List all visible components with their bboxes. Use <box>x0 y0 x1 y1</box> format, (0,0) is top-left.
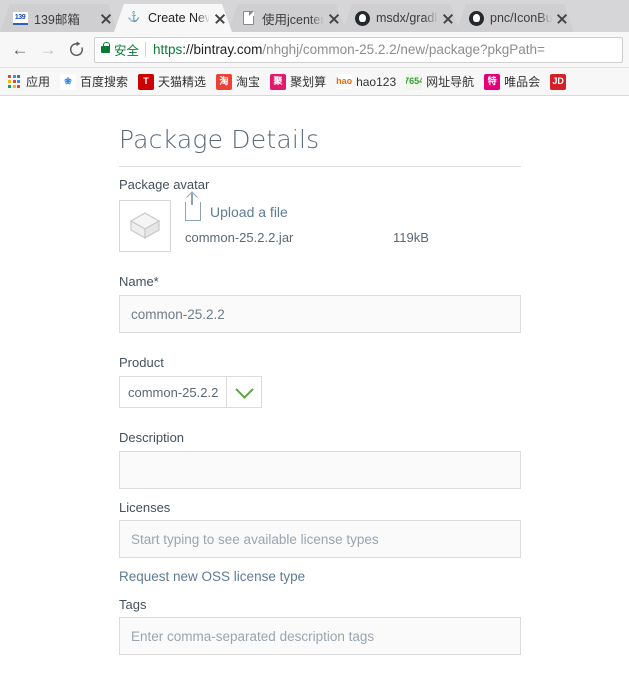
name-input[interactable] <box>119 295 521 333</box>
description-textarea[interactable] <box>119 451 521 489</box>
package-avatar-label: Package avatar <box>119 177 210 192</box>
bookmark-taobao[interactable]: 淘 淘宝 <box>216 73 260 90</box>
name-field-group: Name* <box>119 274 521 333</box>
licenses-label: Licenses <box>119 500 171 515</box>
juhuasuan-icon: 聚 <box>270 73 287 90</box>
page-title: Package Details <box>119 125 521 167</box>
bookmarks-bar: 应用 ❀ 百度搜索 T 天猫精选 淘 淘宝 聚 聚划算 hao hao123 7… <box>0 68 629 96</box>
bookmark-label: 应用 <box>26 75 51 89</box>
tab-title: 139邮箱 <box>34 12 80 27</box>
package-avatar-preview[interactable] <box>119 200 171 252</box>
tab-title: msdx/gradl <box>376 11 438 25</box>
back-button[interactable]: ← <box>6 36 34 64</box>
tab-close-icon[interactable] <box>212 10 228 26</box>
package-details-form: Package Details Package avatar Upload a … <box>119 125 521 655</box>
tab-close-icon[interactable] <box>326 10 342 26</box>
document-icon <box>240 10 256 26</box>
jd-icon: JD <box>550 73 567 90</box>
browser-tab-3[interactable]: msdx/gradl <box>342 4 460 32</box>
browser-tab-1[interactable]: ⚓ Create New <box>114 4 232 32</box>
vip-icon: 特 <box>484 73 501 90</box>
upload-a-file-button[interactable]: Upload a file <box>185 193 429 221</box>
forward-button[interactable]: → <box>34 36 62 64</box>
tab-close-icon[interactable] <box>98 10 114 26</box>
file-name: common-25.2.2.jar <box>185 230 294 245</box>
omnibox-divider <box>145 42 147 57</box>
product-select[interactable]: common-25.2.2 <box>119 376 263 408</box>
description-label: Description <box>119 430 185 445</box>
bookmark-navigation[interactable]: 7654 网址导航 <box>406 73 474 90</box>
browser-window: 139邮箱 ⚓ Create New 使用jcenter msdx/gradl … <box>0 0 629 680</box>
secure-label: 安全 <box>114 44 140 58</box>
url-scheme: https <box>153 42 183 57</box>
hao123-icon: hao <box>336 73 353 90</box>
browser-tab-4[interactable]: pnc/IconBu <box>456 4 574 32</box>
baidu-icon: ❀ <box>60 73 77 90</box>
bookmark-label: 唯品会 <box>504 75 541 89</box>
name-label: Name* <box>119 274 159 289</box>
anchor-icon: ⚓ <box>127 12 141 23</box>
browser-tab-0[interactable]: 139邮箱 <box>0 4 118 32</box>
apps-grid-icon <box>6 74 22 90</box>
product-selected-value: common-25.2.2 <box>120 377 228 407</box>
bookmark-label: 天猫精选 <box>158 75 207 89</box>
tab-title: 使用jcenter <box>262 12 324 27</box>
nav7654-icon: 7654 <box>406 73 423 90</box>
description-field-group: Description <box>119 430 521 489</box>
tags-label: Tags <box>119 597 147 612</box>
tags-field-group: Tags <box>119 597 521 655</box>
bookmark-vip[interactable]: 特 唯品会 <box>484 73 540 90</box>
bookmark-label: 聚划算 <box>290 75 327 89</box>
tags-input[interactable] <box>119 617 521 655</box>
url-text: https://bintray.com/nhghj/common-25.2.2/… <box>153 42 616 57</box>
bookmark-label: 淘宝 <box>236 75 261 89</box>
tab-title: pnc/IconBu <box>490 11 552 25</box>
package-cube-icon <box>129 212 161 240</box>
tab-title: Create New <box>148 11 210 25</box>
upload-link-label: Upload a file <box>210 203 288 220</box>
lock-icon <box>101 42 111 53</box>
tmall-icon: T <box>138 73 155 90</box>
chevron-down-icon[interactable] <box>227 377 261 407</box>
url-path: /nhghj/common-25.2.2/new/package?pkgPath… <box>262 42 545 57</box>
tab-close-icon[interactable] <box>554 10 570 26</box>
bookmark-label: 网址导航 <box>426 75 475 89</box>
reload-icon[interactable] <box>62 36 90 64</box>
upload-column: Upload a file common-25.2.2.jar 119kB <box>185 193 429 245</box>
tab-close-icon[interactable] <box>440 10 456 26</box>
uploaded-file-row: common-25.2.2.jar 119kB <box>185 230 429 245</box>
bookmark-label: hao123 <box>356 74 397 89</box>
browser-toolbar: ← → 安全 https://bintray.com/nhghj/common-… <box>0 32 629 68</box>
licenses-input[interactable] <box>119 520 521 558</box>
bookmark-baidu[interactable]: ❀ 百度搜索 <box>60 73 128 90</box>
taobao-icon: 淘 <box>216 73 233 90</box>
bookmark-hao123[interactable]: hao hao123 <box>336 73 397 90</box>
package-avatar-row: Upload a file common-25.2.2.jar 119kB <box>119 193 521 252</box>
url-host: ://bintray.com <box>182 42 263 57</box>
bookmark-juhuasuan[interactable]: 聚 聚划算 <box>270 73 326 90</box>
github-icon <box>468 10 484 26</box>
browser-tab-2[interactable]: 使用jcenter <box>228 4 346 32</box>
bookmark-label: 百度搜索 <box>80 75 129 89</box>
address-bar[interactable]: 安全 https://bintray.com/nhghj/common-25.2… <box>94 36 623 63</box>
file-size: 119kB <box>393 230 429 245</box>
request-new-oss-license-link[interactable]: Request new OSS license type <box>119 569 305 584</box>
mail139-icon <box>12 10 28 26</box>
bookmark-tmall[interactable]: T 天猫精选 <box>138 73 206 90</box>
reload-glyph <box>69 41 83 56</box>
page-viewport: Package Details Package avatar Upload a … <box>0 97 629 680</box>
bookmark-jd[interactable]: JD <box>550 73 570 90</box>
product-label: Product <box>119 355 164 370</box>
upload-arrow-icon <box>185 193 201 221</box>
github-icon <box>354 10 370 26</box>
bookmark-apps[interactable]: 应用 <box>6 73 50 90</box>
tab-strip: 139邮箱 ⚓ Create New 使用jcenter msdx/gradl … <box>0 0 629 32</box>
product-field-group: Product common-25.2.2 <box>119 355 521 408</box>
licenses-field-group: Licenses <box>119 500 521 558</box>
